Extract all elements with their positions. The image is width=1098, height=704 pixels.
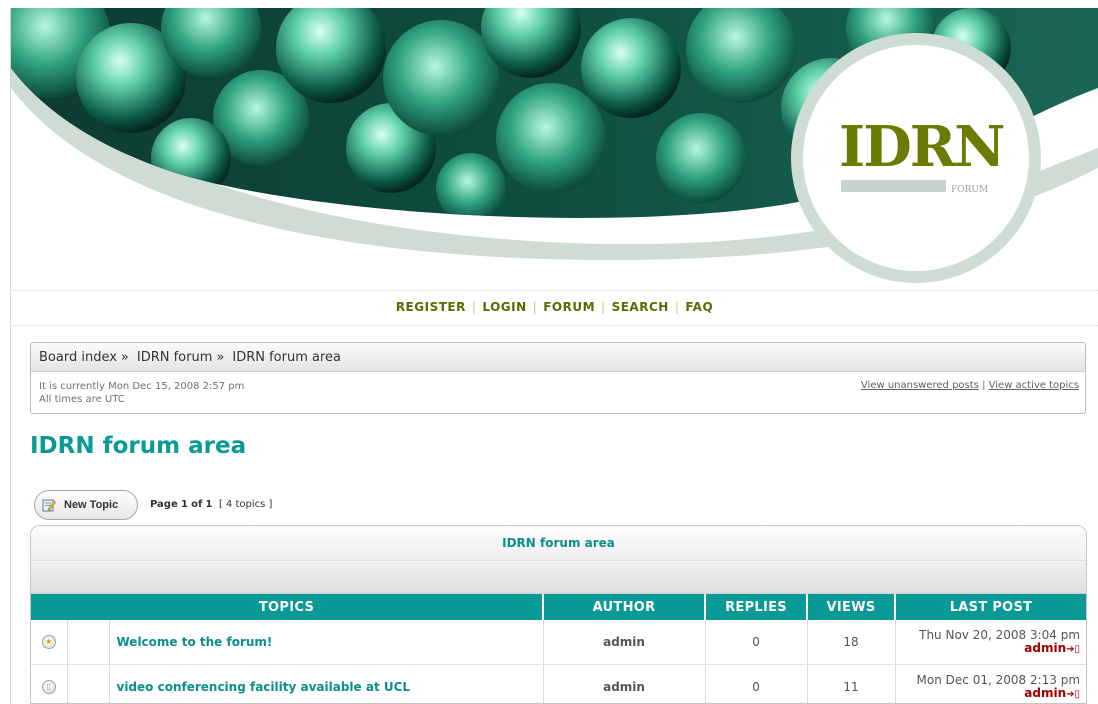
nav-search[interactable]: SEARCH xyxy=(606,300,675,314)
topic-last-post: Mon Dec 01, 2008 2:13 pm admin➔▯ xyxy=(895,664,1086,703)
panel-caption: IDRN forum area xyxy=(502,536,615,550)
topic-author[interactable]: admin xyxy=(543,620,706,665)
new-topic-label: New Topic xyxy=(64,499,119,511)
top-nav: REGISTER | LOGIN | FORUM | SEARCH | FAQ xyxy=(11,290,1098,326)
nav-forum[interactable]: FORUM xyxy=(537,300,601,314)
topic-extra-icon-cell xyxy=(67,664,110,703)
last-post-author[interactable]: admin xyxy=(1024,641,1066,655)
header-banner: IDRN FORUM xyxy=(11,8,1098,290)
current-time: It is currently Mon Dec 15, 2008 2:57 pm xyxy=(39,381,245,392)
nav-separator: | xyxy=(601,300,606,314)
page-title: IDRN forum area xyxy=(30,433,247,459)
last-post-author[interactable]: admin xyxy=(1024,686,1066,700)
view-unanswered-link[interactable]: View unanswered posts xyxy=(861,380,979,391)
breadcrumb-idrn-forum[interactable]: IDRN forum xyxy=(129,343,213,365)
page-of: of xyxy=(191,499,203,510)
page-label: Page xyxy=(150,499,178,510)
table-row: ★ Welcome to the forum! admin 0 18 Thu N… xyxy=(31,620,1086,665)
breadcrumb-separator: » xyxy=(216,350,225,365)
topic-status-cell: ★ xyxy=(31,620,68,665)
topic-status-cell: ▯ xyxy=(31,664,68,703)
col-author[interactable]: AUTHOR xyxy=(543,594,707,620)
topic-views: 18 xyxy=(807,620,896,665)
topic-replies: 0 xyxy=(705,620,808,665)
nav-login[interactable]: LOGIN xyxy=(476,300,532,314)
time-info: It is currently Mon Dec 15, 2008 2:57 pm… xyxy=(39,380,244,406)
nav-register[interactable]: REGISTER xyxy=(390,300,472,314)
table-header-row: TOPICS AUTHOR REPLIES VIEWS LAST POST xyxy=(31,594,1086,620)
panel-header: IDRN forum area xyxy=(31,526,1086,560)
new-topic-button[interactable]: New Topic xyxy=(34,490,138,520)
topic-views: 11 xyxy=(807,664,896,703)
logo-text: IDRN xyxy=(839,114,1005,180)
nav-faq[interactable]: FAQ xyxy=(679,300,719,314)
topics-count: [ 4 topics ] xyxy=(218,499,273,510)
quick-links: View unanswered posts | View active topi… xyxy=(861,380,1079,391)
goto-last-post-icon[interactable]: ➔▯ xyxy=(1066,644,1080,655)
logo-subtext: FORUM xyxy=(951,185,989,195)
col-last-post[interactable]: LAST POST xyxy=(895,594,1086,620)
topic-author[interactable]: admin xyxy=(543,664,706,703)
page-current: 1 xyxy=(180,499,188,510)
link-separator: | xyxy=(982,380,986,391)
breadcrumb-box: Board index» IDRN forum» IDRN forum area I… xyxy=(30,342,1086,414)
breadcrumb-separator: » xyxy=(120,350,129,365)
timezone-note: All times are UTC xyxy=(39,394,125,405)
announcement-icon: ★ xyxy=(41,635,56,650)
topic-extra-icon-cell xyxy=(67,620,110,665)
breadcrumb-board-index[interactable]: Board index xyxy=(31,343,117,365)
topics-table: TOPICS AUTHOR REPLIES VIEWS LAST POST ★ … xyxy=(31,594,1086,703)
topic-title-cell: Welcome to the forum! xyxy=(109,620,544,665)
col-topics[interactable]: TOPICS xyxy=(31,594,545,620)
view-active-link[interactable]: View active topics xyxy=(989,380,1079,391)
table-row: ▯ video conferencing facility available … xyxy=(31,664,1086,703)
pagination-info: Page 1 of 1 [ 4 topics ] xyxy=(150,499,272,510)
topic-title-link[interactable]: Welcome to the forum! xyxy=(110,635,273,649)
panel-subheader xyxy=(31,560,1086,594)
topic-read-icon: ▯ xyxy=(41,680,56,695)
breadcrumb: Board index» IDRN forum» IDRN forum area xyxy=(31,343,1085,372)
topic-title-link[interactable]: video conferencing facility available at… xyxy=(110,680,411,694)
topic-replies: 0 xyxy=(705,664,808,703)
col-views[interactable]: VIEWS xyxy=(807,594,897,620)
page-total: 1 xyxy=(205,499,213,510)
goto-last-post-icon[interactable]: ➔▯ xyxy=(1066,689,1080,700)
topic-last-post: Thu Nov 20, 2008 3:04 pm admin➔▯ xyxy=(895,620,1086,665)
topics-panel: IDRN forum area TOPICS AUTHOR REPLIES VI… xyxy=(30,525,1087,704)
topic-title-cell: video conferencing facility available at… xyxy=(109,664,544,703)
col-replies[interactable]: REPLIES xyxy=(705,594,809,620)
new-topic-icon xyxy=(42,499,56,512)
breadcrumb-idrn-forum-area[interactable]: IDRN forum area xyxy=(224,343,341,365)
